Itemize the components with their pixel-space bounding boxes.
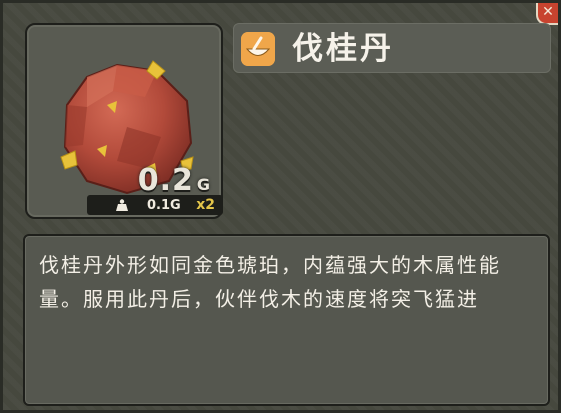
item-name: 伐桂丹: [292, 31, 394, 67]
item-description-box: 伐桂丹外形如同金色琥珀，内蕴强大的木属性能量。服用此丹后，伙伴伐木的速度将突飞猛…: [23, 234, 550, 406]
item-description: 伐桂丹外形如同金色琥珀，内蕴强大的木属性能量。服用此丹后，伙伴伐木的速度将突飞猛…: [39, 253, 501, 311]
unit-weight-label: 0.1G: [147, 197, 181, 213]
item-weight-value: 0.2 G: [137, 163, 211, 198]
item-name-plate: 伐桂丹: [233, 23, 551, 73]
close-icon[interactable]: ✕: [536, 3, 558, 25]
weight-icon: [116, 199, 128, 211]
item-count-label: x2: [196, 197, 215, 213]
item-icon-frame: 0.2 G 0.1G x2: [25, 23, 223, 219]
item-info-bar: 0.1G x2: [87, 195, 223, 215]
mortar-bowl-icon: [241, 32, 275, 66]
item-detail-panel: ✕ 0.2 G 0.1G x2 伐桂丹 伐桂丹外形如同金色琥珀，内蕴强大的木属性…: [0, 0, 561, 413]
